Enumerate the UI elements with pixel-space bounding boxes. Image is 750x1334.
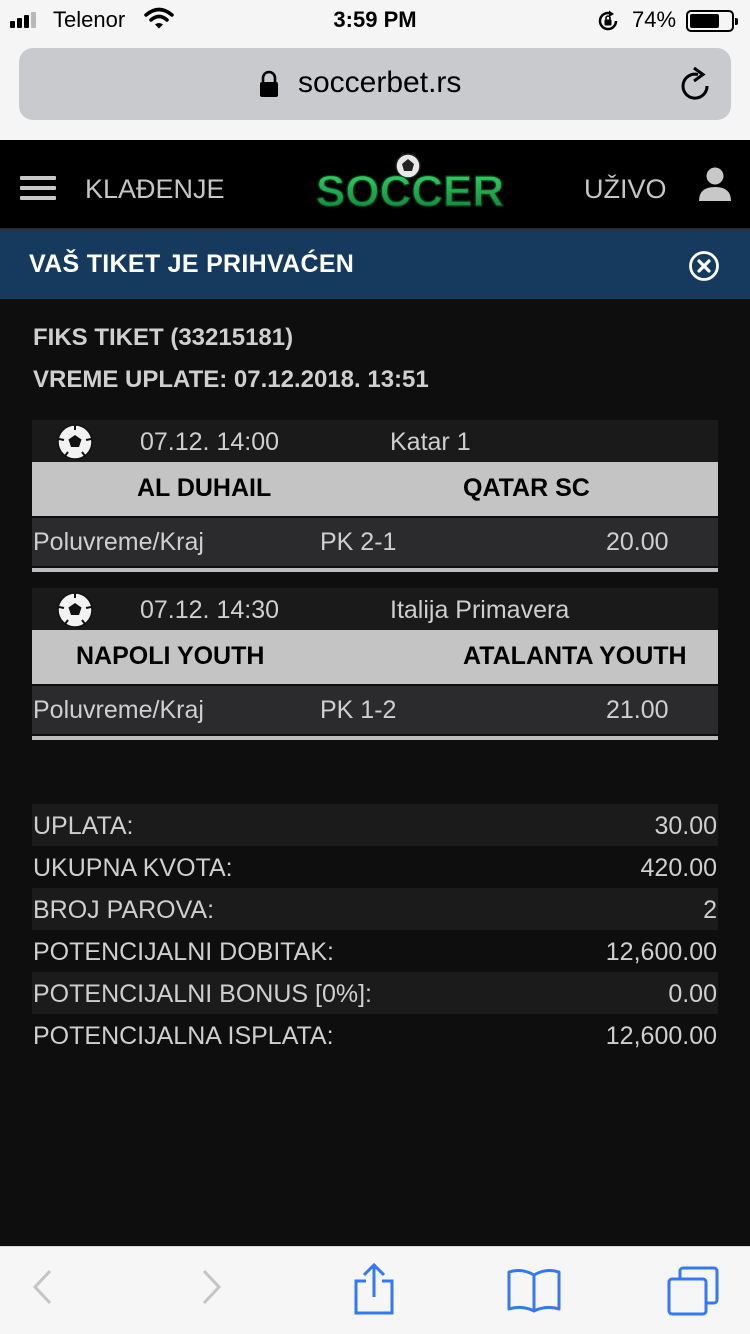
url-text: soccerbet.rs	[298, 66, 462, 99]
hamburger-icon[interactable]	[20, 176, 56, 200]
reload-icon[interactable]	[679, 66, 713, 107]
summary-value: 2	[703, 896, 717, 924]
confirmation-banner: VAŠ TIKET JE PRIHVAĆEN	[0, 230, 750, 299]
match-divider	[32, 568, 718, 572]
odds-value: 21.00	[606, 696, 669, 724]
summary-row-uplata: UPLATA: 30.00	[32, 804, 718, 846]
away-team: ATALANTA YOUTH	[463, 642, 687, 670]
ticket-payment-time: VREME UPLATE: 07.12.2018. 13:51	[33, 366, 429, 393]
summary-label: POTENCIJALNI BONUS [0%]:	[33, 980, 372, 1008]
nav-uzivo[interactable]: UŽIVO	[584, 174, 667, 205]
match-item: 07.12. 14:30 Italija Primavera NAPOLI YO…	[32, 588, 718, 740]
ticket-summary: UPLATA: 30.00 UKUPNA KVOTA: 420.00 BROJ …	[32, 804, 718, 1056]
market-name: Poluvreme/Kraj	[33, 696, 204, 724]
summary-value: 420.00	[640, 854, 717, 882]
status-bar: Telenor 3:59 PM 74%	[0, 0, 750, 40]
odds-value: 20.00	[606, 528, 669, 556]
soccer-logo[interactable]: SOCCER	[300, 148, 520, 225]
battery-icon	[686, 10, 738, 32]
summary-value: 12,600.00	[605, 1022, 717, 1050]
summary-value: 12,600.00	[605, 938, 717, 966]
pick-value: PK 2-1	[320, 528, 397, 556]
market-name: Poluvreme/Kraj	[33, 528, 204, 556]
match-teams: NAPOLI YOUTH ATALANTA YOUTH	[32, 630, 718, 684]
match-league: Katar 1	[390, 428, 471, 456]
summary-label: UKUPNA KVOTA:	[33, 854, 233, 882]
logo-text: SOCCER	[316, 167, 504, 216]
match-datetime: 07.12. 14:00	[140, 428, 280, 456]
summary-row-potencijalni-bonus: POTENCIJALNI BONUS [0%]: 0.00	[32, 972, 718, 1014]
summary-label: POTENCIJALNA ISPLATA:	[33, 1022, 334, 1050]
pick-value: PK 1-2	[320, 696, 397, 724]
browser-toolbar	[0, 1246, 750, 1334]
padlock-icon	[259, 70, 279, 103]
banner-title: VAŠ TIKET JE PRIHVAĆEN	[29, 250, 355, 278]
match-item: 07.12. 14:00 Katar 1 AL DUHAIL QATAR SC …	[32, 420, 718, 572]
address-bar[interactable]: soccerbet.rs	[19, 48, 731, 120]
match-pick-row: Poluvreme/Kraj PK 2-1 20.00	[32, 518, 718, 566]
summary-label: BROJ PAROVA:	[33, 896, 215, 924]
home-team: NAPOLI YOUTH	[76, 642, 265, 670]
tabs-icon[interactable]	[666, 1265, 720, 1322]
site-header: KLAĐENJE SOCCER UŽIVO	[0, 140, 750, 230]
match-league: Italija Primavera	[390, 596, 570, 624]
summary-row-potencijalni-dobitak: POTENCIJALNI DOBITAK: 12,600.00	[32, 930, 718, 972]
summary-label: UPLATA:	[33, 812, 134, 840]
match-teams: AL DUHAIL QATAR SC	[32, 462, 718, 516]
match-datetime: 07.12. 14:30	[140, 596, 280, 624]
bookmarks-icon[interactable]	[506, 1267, 562, 1318]
user-icon[interactable]	[697, 166, 733, 207]
match-header: 07.12. 14:00 Katar 1	[32, 420, 718, 462]
match-header: 07.12. 14:30 Italija Primavera	[32, 588, 718, 630]
soccer-ball-icon	[56, 423, 94, 466]
page: Telenor 3:59 PM 74% soccerbet.rs KLAĐENJ…	[0, 0, 750, 1334]
battery-percent: 74%	[632, 7, 677, 32]
summary-label: POTENCIJALNI DOBITAK:	[33, 938, 334, 966]
back-icon[interactable]	[30, 1267, 56, 1312]
match-divider	[32, 736, 718, 740]
summary-value: 0.00	[668, 980, 717, 1008]
away-team: QATAR SC	[463, 474, 590, 502]
ticket-id: FIKS TIKET (33215181)	[33, 324, 294, 351]
summary-value: 30.00	[654, 812, 717, 840]
nav-kladjenje[interactable]: KLAĐENJE	[85, 174, 225, 205]
summary-row-ukupna-kvota: UKUPNA KVOTA: 420.00	[32, 846, 718, 888]
rotation-lock-icon	[596, 9, 620, 39]
browser-address-area: soccerbet.rs	[0, 40, 750, 140]
forward-icon[interactable]	[198, 1267, 224, 1312]
share-icon[interactable]	[353, 1262, 395, 1320]
match-pick-row: Poluvreme/Kraj PK 1-2 21.00	[32, 686, 718, 734]
summary-row-broj-parova: BROJ PAROVA: 2	[32, 888, 718, 930]
soccer-ball-icon	[56, 591, 94, 634]
summary-row-potencijalna-isplata: POTENCIJALNA ISPLATA: 12,600.00	[32, 1014, 718, 1056]
home-team: AL DUHAIL	[137, 474, 272, 502]
close-circle-icon[interactable]	[688, 250, 720, 287]
